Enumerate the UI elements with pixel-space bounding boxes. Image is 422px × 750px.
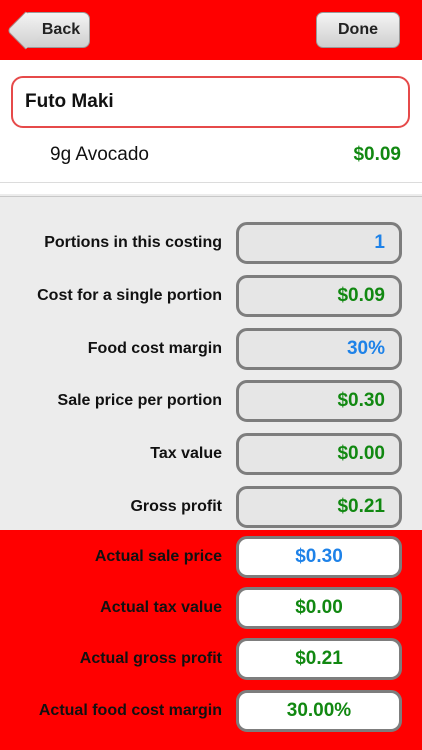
sale-price-label: Sale price per portion xyxy=(57,392,222,409)
portions-row: Portions in this costing 1 xyxy=(0,222,422,274)
single-portion-cost-field[interactable]: $0.09 xyxy=(236,275,402,317)
portions-field[interactable]: 1 xyxy=(236,222,402,264)
actual-gross-profit-field[interactable]: $0.21 xyxy=(236,638,402,680)
actual-gross-profit-row: Actual gross profit $0.21 xyxy=(0,638,422,690)
actual-sale-price-row: Actual sale price $0.30 xyxy=(0,536,422,588)
actual-sale-price-label: Actual sale price xyxy=(94,548,222,565)
actual-tax-value-label: Actual tax value xyxy=(100,599,222,616)
gross-profit-label: Gross profit xyxy=(130,498,222,515)
costing-calculations: Portions in this costing 1 Cost for a si… xyxy=(0,196,422,531)
food-cost-margin-field[interactable]: 30% xyxy=(236,328,402,370)
actual-tax-value-field[interactable]: $0.00 xyxy=(236,587,402,629)
ingredient-row[interactable]: 9g Avocado $0.09 xyxy=(0,136,422,183)
gross-profit-field[interactable]: $0.21 xyxy=(236,486,402,528)
tax-value-field[interactable]: $0.00 xyxy=(236,433,402,475)
sale-price-row: Sale price per portion $0.30 xyxy=(0,380,422,432)
recipe-header: Futo Maki 9g Avocado $0.09 xyxy=(0,60,422,194)
done-button[interactable]: Done xyxy=(316,12,400,48)
single-portion-cost-row: Cost for a single portion $0.09 xyxy=(0,275,422,327)
back-button-label: Back xyxy=(41,21,81,38)
tax-value-label: Tax value xyxy=(150,445,222,462)
actual-tax-value-row: Actual tax value $0.00 xyxy=(0,587,422,639)
navigation-bar: Back Done xyxy=(0,0,422,60)
actual-food-cost-margin-row: Actual food cost margin 30.00% xyxy=(0,690,422,742)
food-cost-margin-row: Food cost margin 30% xyxy=(0,328,422,380)
actual-sale-price-field[interactable]: $0.30 xyxy=(236,536,402,578)
recipe-name-field[interactable]: Futo Maki xyxy=(11,76,410,128)
actual-gross-profit-label: Actual gross profit xyxy=(79,650,222,667)
food-cost-margin-label: Food cost margin xyxy=(87,340,222,357)
portions-label: Portions in this costing xyxy=(44,234,222,251)
actual-food-cost-margin-label: Actual food cost margin xyxy=(38,702,222,719)
ingredient-label: 9g Avocado xyxy=(50,144,149,165)
actual-food-cost-margin-field[interactable]: 30.00% xyxy=(236,690,402,732)
back-chevron-icon xyxy=(6,11,45,50)
back-button[interactable]: Back xyxy=(6,11,90,50)
sale-price-field[interactable]: $0.30 xyxy=(236,380,402,422)
single-portion-cost-label: Cost for a single portion xyxy=(37,287,222,304)
tax-value-row: Tax value $0.00 xyxy=(0,433,422,485)
actual-values-section: Actual sale price $0.30 Actual tax value… xyxy=(0,530,422,750)
ingredient-cost: $0.09 xyxy=(353,144,401,165)
